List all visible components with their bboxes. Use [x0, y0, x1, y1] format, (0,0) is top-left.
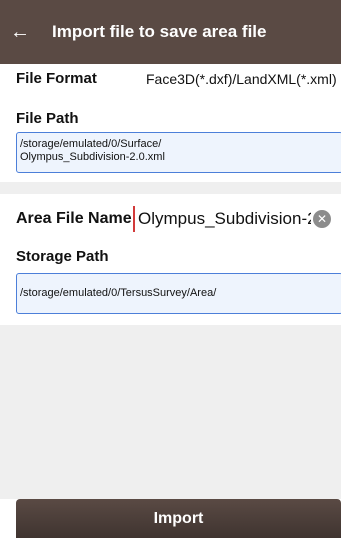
- file-path-label: File Path: [16, 110, 79, 127]
- empty-content-area: [0, 325, 341, 499]
- file-path-line1: /storage/emulated/0/Surface/: [20, 138, 162, 150]
- storage-path-value: /storage/emulated/0/TersusSurvey/Area/: [20, 287, 217, 299]
- storage-path-label: Storage Path: [16, 248, 109, 265]
- app-bar: ← Import file to save area file: [0, 0, 341, 64]
- back-arrow-icon[interactable]: ←: [2, 0, 38, 64]
- file-path-field[interactable]: /storage/emulated/0/Surface/ Olympus_Sub…: [16, 132, 341, 173]
- clear-circle-icon[interactable]: ✕: [313, 210, 331, 228]
- storage-path-field[interactable]: /storage/emulated/0/TersusSurvey/Area/: [16, 273, 341, 314]
- area-file-name-label: Area File Name: [16, 210, 132, 227]
- file-path-line2: Olympus_Subdivision-2.0.xml: [20, 151, 165, 163]
- import-button[interactable]: Import: [16, 499, 341, 538]
- section-divider: [0, 182, 341, 194]
- area-file-name-input[interactable]: Olympus_Subdivision-2.0: [133, 206, 311, 232]
- file-format-label: File Format: [16, 70, 97, 87]
- page-title: Import file to save area file: [52, 22, 267, 41]
- file-format-value: Face3D(*.dxf)/LandXML(*.xml): [146, 71, 337, 87]
